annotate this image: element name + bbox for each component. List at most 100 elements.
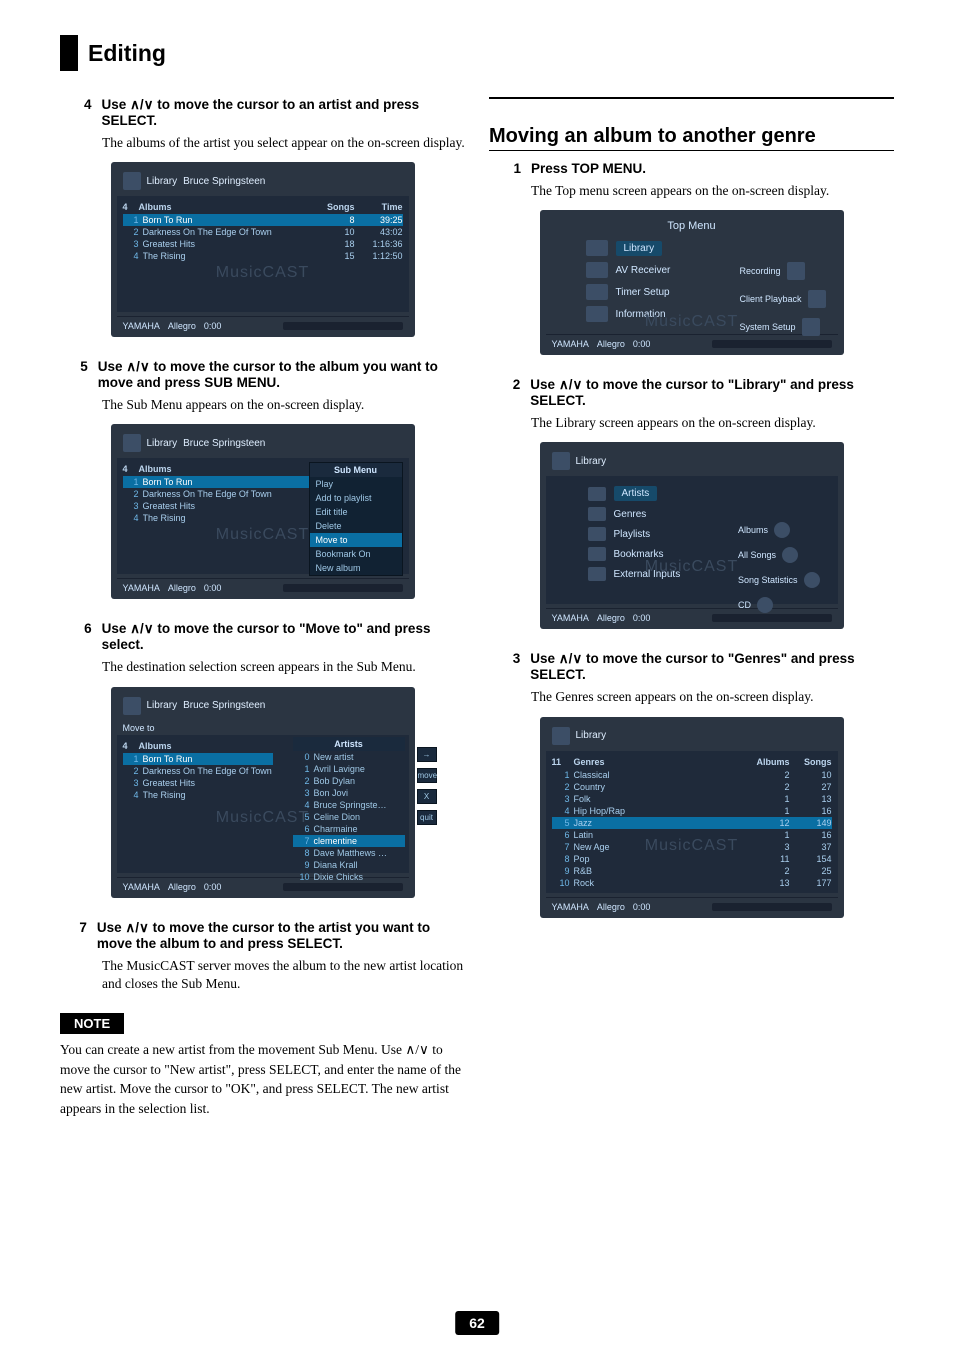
- now-playing: Allegro: [597, 613, 625, 623]
- step-number: 3: [507, 651, 520, 682]
- step-number: 5: [78, 359, 88, 390]
- table-row: 4The Rising151:12:50: [123, 250, 403, 262]
- library-icon: [123, 697, 141, 715]
- topmenu-right-item: Client Playback: [739, 290, 825, 308]
- col-albums: Albums: [744, 757, 790, 767]
- table-row: 8Pop11154: [552, 853, 832, 865]
- progress-meter: [283, 883, 403, 891]
- artist-item: 4Bruce Springste…: [293, 799, 405, 811]
- crumb-library: Library: [147, 438, 178, 449]
- table-row: 10Rock13177: [552, 877, 832, 889]
- submenu-item: Bookmark On: [310, 547, 402, 561]
- brand: YAMAHA: [123, 583, 160, 593]
- step-4: 4 Use ∧/∨ to move the cursor to an artis…: [78, 97, 465, 128]
- submenu-item: New album: [310, 561, 402, 575]
- col-count: 11: [552, 757, 574, 767]
- submenu-item: Move to: [310, 533, 402, 547]
- page-title-bar: Editing: [60, 35, 894, 71]
- page-number: 62: [455, 1311, 499, 1335]
- topmenu-right-item: System Setup: [739, 318, 825, 336]
- step-instruction: Press TOP MENU.: [531, 161, 646, 176]
- play-time: 0:00: [204, 882, 222, 892]
- submenu-item: Play: [310, 477, 402, 491]
- table-row: 4The Rising: [123, 789, 273, 801]
- artist-item: 0New artist: [293, 751, 405, 763]
- screenshot-library: Library ArtistsGenresPlaylistsBookmarksE…: [540, 442, 844, 629]
- crumb-library: Library: [147, 700, 178, 711]
- step-body: The MusicCAST server moves the album to …: [102, 957, 465, 993]
- library-right-item: Albums: [738, 522, 820, 538]
- step-instruction: Use ∧/∨ to move the cursor to "Move to" …: [102, 621, 465, 652]
- play-time: 0:00: [633, 339, 651, 349]
- topmenu-title: Top Menu: [546, 216, 838, 240]
- sub-menu-title: Sub Menu: [310, 463, 402, 477]
- play-time: 0:00: [204, 583, 222, 593]
- step-5: 5 Use ∧/∨ to move the cursor to the albu…: [78, 359, 465, 390]
- col-songs: Songs: [315, 202, 355, 212]
- library-icon: [552, 727, 570, 745]
- brand: YAMAHA: [552, 339, 589, 349]
- step-6: 6 Use ∧/∨ to move the cursor to "Move to…: [78, 621, 465, 652]
- screenshot-genres: Library 11 Genres Albums Songs 1Classica…: [540, 717, 844, 918]
- step-instruction: Use ∧/∨ to move the cursor to an artist …: [102, 97, 466, 128]
- step-instruction: Use ∧/∨ to move the cursor to the artist…: [97, 920, 465, 951]
- now-playing: Allegro: [168, 321, 196, 331]
- step-instruction: Use ∧/∨ to move the cursor to "Genres" a…: [530, 651, 894, 682]
- page-title: Editing: [88, 40, 166, 67]
- progress-meter: [712, 614, 832, 622]
- submenu-item: Delete: [310, 519, 402, 533]
- table-row: 7New Age337: [552, 841, 832, 853]
- step-body: The Library screen appears on the on-scr…: [531, 414, 894, 432]
- table-row: 1Born To Run: [123, 753, 273, 765]
- artist-item: 6Charmaine: [293, 823, 405, 835]
- table-row: 2Country227: [552, 781, 832, 793]
- artist-item: 3Bon Jovi: [293, 787, 405, 799]
- artists-panel: Artists 0New artist1Avril Lavigne2Bob Dy…: [293, 737, 405, 883]
- screenshot-topmenu: Top Menu LibraryAV ReceiverTimer SetupIn…: [540, 210, 844, 355]
- artists-title: Artists: [293, 737, 405, 751]
- library-icon: [552, 452, 570, 470]
- submenu-item: Add to playlist: [310, 491, 402, 505]
- brand: YAMAHA: [552, 902, 589, 912]
- step-number: 4: [78, 97, 92, 128]
- now-playing: Allegro: [597, 339, 625, 349]
- col-genres: Genres: [574, 757, 744, 767]
- crumb-library: Library: [147, 176, 178, 187]
- library-item: Artists: [588, 486, 822, 501]
- step-number: 1: [507, 161, 521, 176]
- library-right-item: CD: [738, 597, 820, 613]
- left-column: 4 Use ∧/∨ to move the cursor to an artis…: [60, 97, 465, 1124]
- topmenu-right-item: Recording: [739, 262, 825, 280]
- table-row: 1Born To Run839:25: [123, 214, 403, 226]
- step-body: The destination selection screen appears…: [102, 658, 465, 676]
- section-heading: Moving an album to another genre: [489, 125, 894, 148]
- table-row: 3Folk113: [552, 793, 832, 805]
- library-item: Genres: [588, 507, 822, 521]
- col-count: 4: [123, 202, 139, 212]
- artist-item: 10Dixie Chicks: [293, 871, 405, 883]
- table-row: 2Darkness On The Edge Of Town: [123, 765, 273, 777]
- crumb-library: Library: [576, 730, 607, 741]
- step-instruction: Use ∧/∨ to move the cursor to the album …: [98, 359, 465, 390]
- library-icon: [123, 172, 141, 190]
- step-number: 7: [78, 920, 87, 951]
- progress-meter: [712, 340, 832, 348]
- crumb-artist: Bruce Springsteen: [183, 438, 265, 449]
- table-row: 3Greatest Hits181:16:36: [123, 238, 403, 250]
- brand: YAMAHA: [123, 321, 160, 331]
- note-text: You can create a new artist from the mov…: [60, 1040, 465, 1118]
- step-body: The Top menu screen appears on the on-sc…: [531, 182, 894, 200]
- crumb-artist: Bruce Springsteen: [183, 176, 265, 187]
- table-row: 9R&B225: [552, 865, 832, 877]
- rule: [489, 150, 894, 151]
- table-row: 6Latin116: [552, 829, 832, 841]
- step-body: The Genres screen appears on the on-scre…: [531, 688, 894, 706]
- legend-item: quit: [417, 810, 437, 825]
- moveto-label: Move to: [117, 721, 409, 735]
- screenshot-submenu: Library Bruce Springsteen 4 Albums 1Born…: [111, 424, 415, 599]
- watermark: MusicCAST: [216, 526, 309, 544]
- legend-item: move: [417, 768, 437, 783]
- note-badge: NOTE: [60, 1013, 124, 1034]
- crumb-artist: Bruce Springsteen: [183, 700, 265, 711]
- table-row: 3Greatest Hits: [123, 777, 273, 789]
